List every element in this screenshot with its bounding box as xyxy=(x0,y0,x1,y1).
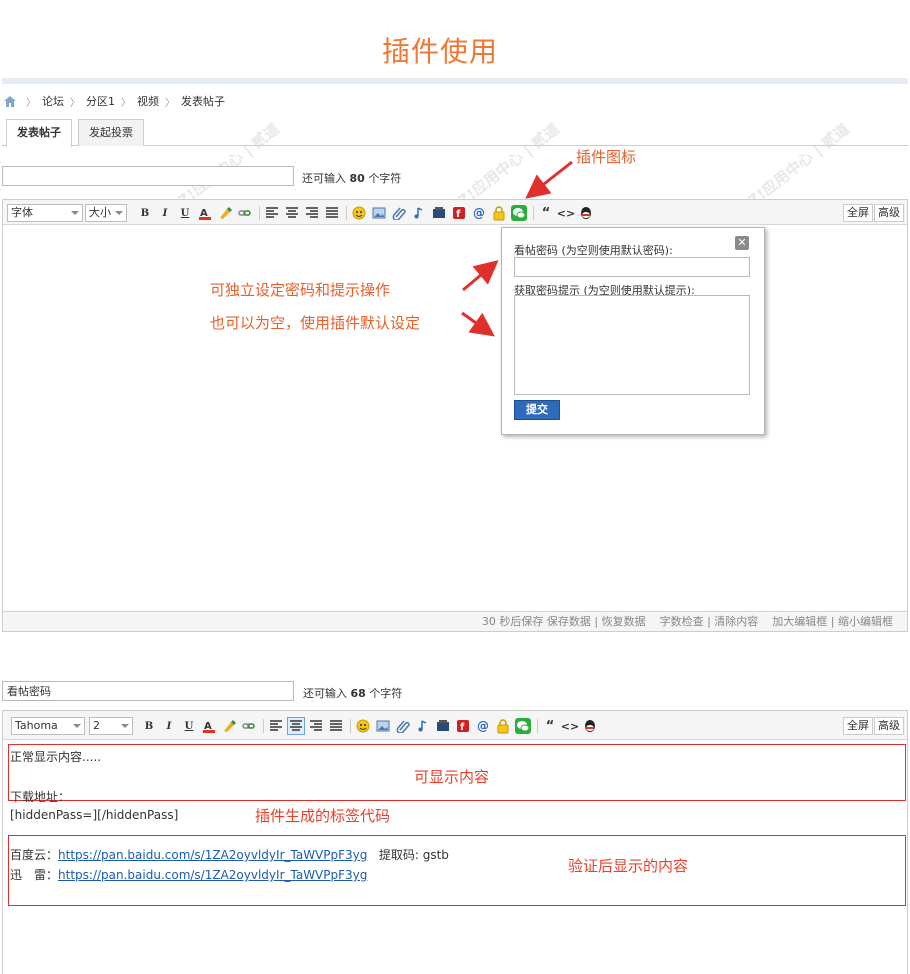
lock-icon[interactable] xyxy=(495,718,511,734)
chars-suffix: 个字符 xyxy=(369,687,403,700)
advanced-button[interactable]: 高级 xyxy=(874,717,904,735)
align-center-icon[interactable] xyxy=(287,717,305,735)
subject-input-filled[interactable] xyxy=(2,681,294,701)
underline-icon[interactable]: U xyxy=(181,718,197,734)
toolbar-divider xyxy=(537,719,538,733)
align-right-icon[interactable] xyxy=(308,718,324,734)
italic-icon[interactable]: I xyxy=(161,718,177,734)
flash-icon[interactable]: f xyxy=(455,718,471,734)
image-icon[interactable] xyxy=(375,718,391,734)
align-left-icon[interactable] xyxy=(268,718,284,734)
chevron-down-icon xyxy=(73,724,81,728)
highlight-icon[interactable] xyxy=(221,718,237,734)
annotation-tag-code: 插件生成的标签代码 xyxy=(255,807,391,825)
chars-remaining: 还可输入 68 个字符 xyxy=(303,685,402,701)
hidden-pass-tag: [hiddenPass=][/hiddenPass] xyxy=(10,808,179,822)
size-select-value: 2 xyxy=(93,719,100,732)
svg-text:f: f xyxy=(460,722,465,733)
at-mention-icon[interactable]: @ xyxy=(475,718,491,734)
attachment-icon[interactable] xyxy=(395,718,411,734)
baidu-line: 百度云：https://pan.baidu.com/s/1ZA2oyvldyIr… xyxy=(10,846,449,863)
extract-code: 提取码: gstb xyxy=(378,848,449,862)
toolbar-divider xyxy=(263,719,264,733)
xunlei-link[interactable]: https://pan.baidu.com/s/1ZA2oyvldyIr_TaW… xyxy=(58,868,367,882)
baidu-label: 百度云： xyxy=(10,848,59,862)
video-icon[interactable] xyxy=(435,718,451,734)
size-select[interactable]: 2 xyxy=(89,717,133,735)
font-color-icon[interactable]: A xyxy=(201,718,217,734)
music-icon[interactable] xyxy=(415,718,431,734)
content-line: 下载地址： xyxy=(10,790,71,804)
annotation-visible-content: 可显示内容 xyxy=(414,768,490,786)
xunlei-label: 迅 雷： xyxy=(10,868,59,882)
toolbar-divider xyxy=(350,719,351,733)
format-buttons: B I U A f @ “ <> xyxy=(141,717,602,735)
chars-prefix: 还可输入 xyxy=(303,687,347,700)
editor-toolbar: Tahoma 2 B I U A f @ “ <> 全屏 高级 xyxy=(3,711,907,740)
align-justify-icon[interactable] xyxy=(328,718,344,734)
qq-icon[interactable] xyxy=(582,718,598,734)
content-line: 正常显示内容..... xyxy=(10,750,102,764)
font-select-value: Tahoma xyxy=(15,719,58,732)
annotation-hidden-content: 验证后显示的内容 xyxy=(568,857,689,875)
chevron-down-icon xyxy=(121,724,129,728)
code-icon[interactable]: <> xyxy=(561,718,579,734)
chars-count: 68 xyxy=(350,687,366,700)
smiley-icon[interactable] xyxy=(355,718,371,734)
baidu-link[interactable]: https://pan.baidu.com/s/1ZA2oyvldyIr_TaW… xyxy=(58,848,367,862)
bold-icon[interactable]: B xyxy=(141,718,157,734)
quote-icon[interactable]: “ xyxy=(542,718,558,734)
link-icon[interactable] xyxy=(241,718,257,734)
wechat-icon[interactable] xyxy=(515,718,531,734)
font-select[interactable]: Tahoma xyxy=(11,717,85,735)
fullscreen-button[interactable]: 全屏 xyxy=(843,717,873,735)
xunlei-line: 迅 雷：https://pan.baidu.com/s/1ZA2oyvldyIr… xyxy=(10,866,367,883)
